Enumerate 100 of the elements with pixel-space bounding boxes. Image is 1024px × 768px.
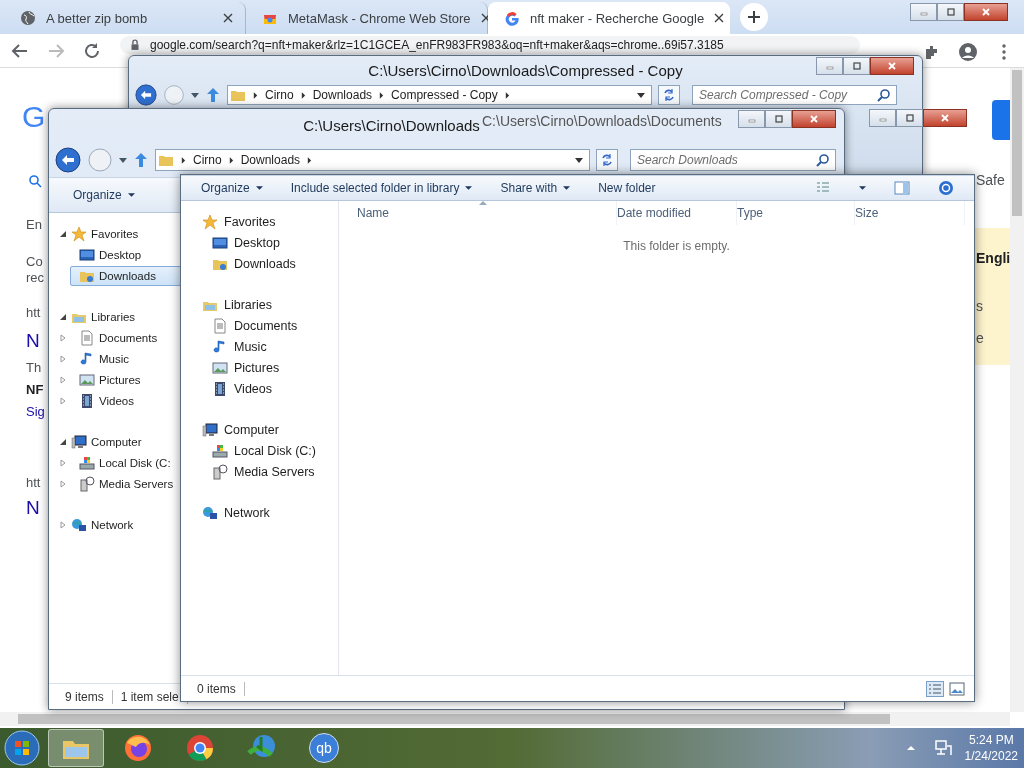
help-icon[interactable] bbox=[938, 180, 954, 196]
nav-item[interactable]: Computer bbox=[70, 431, 181, 452]
result-title[interactable]: N bbox=[26, 497, 40, 519]
nav-item[interactable]: Media Servers bbox=[70, 473, 181, 494]
clock[interactable]: 5:24 PM 1/24/2022 bbox=[964, 732, 1018, 764]
collapsed-arrow-icon[interactable] bbox=[59, 479, 67, 488]
address-bar[interactable]: Cirno Downloads bbox=[155, 149, 590, 171]
search-field[interactable]: Search Downloads bbox=[630, 149, 836, 171]
back-button[interactable] bbox=[135, 84, 157, 106]
up-arrow-icon[interactable] bbox=[133, 152, 149, 168]
network-icon[interactable] bbox=[932, 738, 953, 758]
details-view-icon[interactable] bbox=[926, 680, 944, 697]
nav-item[interactable]: Network bbox=[70, 514, 181, 535]
profile-icon[interactable] bbox=[958, 42, 978, 62]
minimize-button[interactable] bbox=[869, 109, 896, 127]
breadcrumb-item[interactable]: Cirno bbox=[193, 153, 222, 167]
start-button[interactable] bbox=[2, 729, 42, 767]
nav-item[interactable]: Music bbox=[70, 348, 181, 369]
nav-item[interactable]: Network bbox=[201, 502, 338, 523]
close-button[interactable] bbox=[870, 57, 914, 75]
nav-item[interactable]: Local Disk (C: bbox=[70, 452, 181, 473]
column-header[interactable]: Date modified bbox=[617, 201, 737, 225]
nav-item[interactable]: Favorites bbox=[201, 211, 338, 232]
minimize-button[interactable] bbox=[816, 57, 843, 75]
result-title[interactable]: N bbox=[26, 330, 40, 352]
dropdown-arrow-icon[interactable] bbox=[637, 92, 645, 98]
nav-item[interactable]: Pictures bbox=[201, 357, 338, 378]
column-header[interactable]: Type bbox=[737, 201, 855, 225]
close-icon[interactable] bbox=[714, 13, 725, 23]
maximize-button[interactable] bbox=[937, 3, 964, 21]
forward-button[interactable] bbox=[87, 147, 113, 173]
minimize-button[interactable] bbox=[738, 110, 765, 128]
toolbar-button[interactable]: Share with bbox=[500, 181, 571, 195]
address-bar[interactable]: Cirno Downloads Compressed - Copy bbox=[227, 85, 652, 105]
toolbar-button[interactable]: Organize bbox=[73, 188, 135, 202]
refresh-button[interactable] bbox=[658, 85, 680, 105]
close-button[interactable] bbox=[923, 109, 967, 127]
collapsed-arrow-icon[interactable] bbox=[59, 354, 67, 363]
maximize-button[interactable] bbox=[896, 109, 923, 127]
collapsed-arrow-icon[interactable] bbox=[59, 333, 67, 342]
result-link[interactable]: Sig bbox=[26, 404, 45, 419]
close-icon bbox=[940, 113, 950, 123]
preview-pane-icon[interactable] bbox=[894, 180, 910, 196]
nav-item[interactable]: Desktop bbox=[201, 232, 338, 253]
nav-item[interactable]: Libraries bbox=[201, 294, 338, 315]
collapsed-arrow-icon[interactable] bbox=[59, 520, 67, 529]
breadcrumb-item[interactable]: Compressed - Copy bbox=[391, 88, 498, 102]
expanded-arrow-icon[interactable] bbox=[59, 229, 67, 238]
fox-globe-icon bbox=[123, 733, 153, 763]
large-icons-view-icon[interactable] bbox=[948, 680, 966, 697]
back-button[interactable] bbox=[55, 147, 81, 173]
collapsed-arrow-icon[interactable] bbox=[59, 458, 67, 467]
nav-item[interactable]: Computer bbox=[201, 419, 338, 440]
close-button[interactable] bbox=[964, 3, 1008, 21]
server-icon bbox=[79, 475, 95, 492]
breadcrumb-item[interactable]: Cirno bbox=[265, 88, 294, 102]
nav-item[interactable]: Pictures bbox=[70, 369, 181, 390]
browser-tab[interactable]: nft maker - Recherche Google bbox=[488, 2, 730, 34]
vertical-scrollbar[interactable] bbox=[1010, 68, 1024, 712]
google-logo[interactable]: G bbox=[22, 100, 46, 134]
dropdown-arrow-icon[interactable] bbox=[119, 157, 127, 163]
search-field[interactable]: Search Compressed - Copy bbox=[692, 85, 897, 105]
nav-item[interactable]: Favorites bbox=[70, 223, 181, 244]
up-arrow-icon[interactable] bbox=[205, 87, 221, 103]
column-header[interactable]: Size bbox=[855, 201, 965, 225]
file-explorer-button[interactable] bbox=[48, 729, 104, 767]
minimize-button[interactable] bbox=[910, 3, 937, 21]
search-icon[interactable] bbox=[28, 174, 42, 188]
collapsed-arrow-icon[interactable] bbox=[59, 396, 67, 405]
nav-item[interactable]: Documents bbox=[201, 315, 338, 336]
breadcrumb-item[interactable]: Downloads bbox=[312, 88, 373, 102]
maximize-button[interactable] bbox=[843, 57, 870, 75]
nav-item[interactable]: Documents bbox=[70, 327, 181, 348]
nav-item[interactable]: Libraries bbox=[70, 306, 181, 327]
maximize-button[interactable] bbox=[765, 110, 792, 128]
nav-item[interactable]: Media Servers bbox=[201, 461, 338, 482]
new-tab-button[interactable] bbox=[740, 3, 768, 31]
close-button[interactable] bbox=[792, 110, 836, 128]
breadcrumb-item[interactable]: Downloads bbox=[240, 153, 301, 167]
qbittorrent-button[interactable]: qb bbox=[296, 729, 352, 767]
address-bar[interactable]: google.com/search?q=nft+maker&rlz=1C1GCEA_enFR983FR983&oq=nft+maker&aqs=chrome..69i57.3185 bbox=[120, 36, 860, 54]
toolbar-button[interactable]: Include selected folder in library bbox=[290, 181, 473, 195]
nav-item[interactable]: Local Disk (C:) bbox=[201, 440, 338, 461]
dropdown-arrow-icon[interactable] bbox=[575, 157, 583, 163]
nav-item[interactable]: Music bbox=[201, 336, 338, 357]
collapsed-arrow-icon[interactable] bbox=[59, 375, 67, 384]
nav-item[interactable]: Desktop bbox=[70, 244, 181, 265]
expanded-arrow-icon[interactable] bbox=[59, 437, 67, 446]
result-text: En bbox=[26, 217, 42, 232]
expanded-arrow-icon[interactable] bbox=[59, 312, 67, 321]
horizontal-scrollbar[interactable] bbox=[0, 712, 1010, 726]
nav-item[interactable]: Downloads bbox=[201, 253, 338, 274]
nav-item[interactable]: Videos bbox=[201, 378, 338, 399]
toolbar-button[interactable]: New folder bbox=[598, 181, 656, 195]
toolbar-button[interactable]: Organize bbox=[201, 181, 263, 195]
nav-item[interactable]: Videos bbox=[70, 390, 181, 411]
dropdown-arrow-icon[interactable] bbox=[191, 92, 199, 98]
nav-item[interactable]: Downloads bbox=[70, 265, 181, 286]
close-icon[interactable] bbox=[223, 13, 233, 23]
refresh-button[interactable] bbox=[596, 149, 618, 171]
